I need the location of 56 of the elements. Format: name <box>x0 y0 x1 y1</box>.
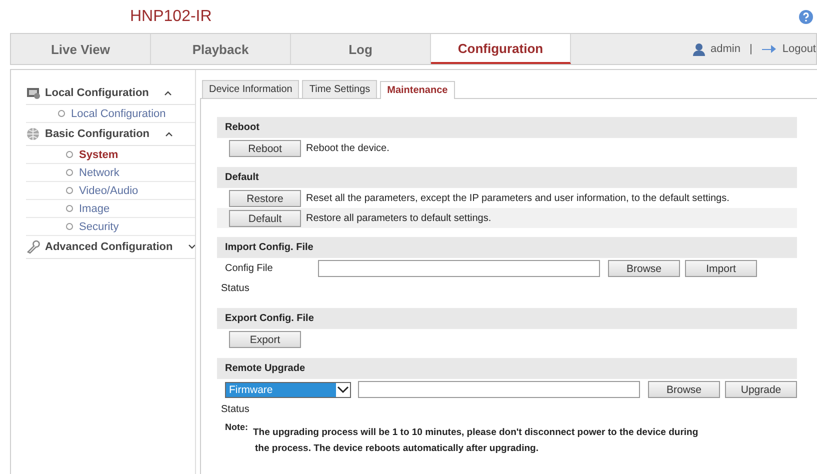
logout-icon <box>761 44 778 54</box>
bullet-icon <box>66 169 73 176</box>
description: Reboot the device. <box>306 143 390 154</box>
file-path-field[interactable] <box>318 260 600 277</box>
product-title: HNP102-IR <box>130 8 212 26</box>
action-button[interactable]: Export <box>229 331 301 348</box>
section-header: Default <box>217 167 797 188</box>
tab[interactable]: Maintenance <box>380 81 455 99</box>
tab[interactable]: Device Information <box>202 80 300 98</box>
status-label: Status <box>221 283 250 294</box>
sidebar-group[interactable]: Basic Configuration <box>45 128 150 140</box>
action-button[interactable]: Browse <box>648 381 720 398</box>
tab[interactable]: Time Settings <box>302 80 378 98</box>
nav-tab[interactable]: Live View <box>11 34 151 64</box>
action-button[interactable]: Restore <box>229 190 301 207</box>
description: Restore all parameters to default settings. <box>306 213 492 224</box>
note-text: the process. The device reboots automatically after upgrading. <box>254 442 540 456</box>
username: admin <box>710 43 740 55</box>
user-icon <box>692 42 706 56</box>
status-label: Status <box>221 404 250 415</box>
bullet-icon <box>66 151 73 158</box>
bullet-icon <box>66 205 73 212</box>
wrench-icon <box>26 240 40 254</box>
separator: | <box>749 43 752 55</box>
description: Reset all the parameters, except the IP parameters and user information, to the default settings. <box>306 193 730 204</box>
logout-link[interactable]: Logout <box>782 43 816 55</box>
sidebar-group[interactable]: Local Configuration <box>45 87 149 99</box>
sidebar-group[interactable]: Advanced Configuration <box>45 241 173 253</box>
nav-tab[interactable]: Configuration <box>431 34 571 64</box>
action-button[interactable]: Browse <box>608 260 680 277</box>
globe-icon <box>26 127 40 141</box>
sidebar-item[interactable]: Local Configuration <box>26 105 195 123</box>
action-button[interactable]: Reboot <box>229 140 301 157</box>
section-header: Reboot <box>217 117 797 138</box>
sidebar-item[interactable]: System <box>26 146 195 164</box>
section-header: Export Config. File <box>217 308 797 329</box>
action-button[interactable]: Upgrade <box>725 381 797 398</box>
action-button[interactable]: Default <box>229 210 301 227</box>
nav-tab[interactable]: Playback <box>151 34 291 64</box>
file-path-field[interactable] <box>358 381 640 398</box>
sidebar-item[interactable]: Image <box>26 200 195 218</box>
bullet-icon <box>66 187 73 194</box>
field-label: Config File <box>225 263 274 274</box>
bullet-icon <box>58 110 65 117</box>
sidebar-item[interactable]: Video/Audio <box>26 182 195 200</box>
note-text: The upgrading process will be 1 to 10 minutes, please don't disconnect power to the device during <box>253 426 698 440</box>
action-button[interactable]: Import <box>685 260 757 277</box>
sidebar-item[interactable]: Network <box>26 164 195 182</box>
bullet-icon <box>66 223 73 230</box>
section-header: Remote Upgrade <box>217 358 797 379</box>
chevron-down-icon <box>336 382 350 396</box>
monitor-icon <box>26 86 40 100</box>
note-label: Note: <box>225 422 248 432</box>
section-header: Import Config. File <box>217 237 797 258</box>
help-icon[interactable] <box>799 10 813 24</box>
sidebar-item[interactable]: Security <box>26 218 195 236</box>
